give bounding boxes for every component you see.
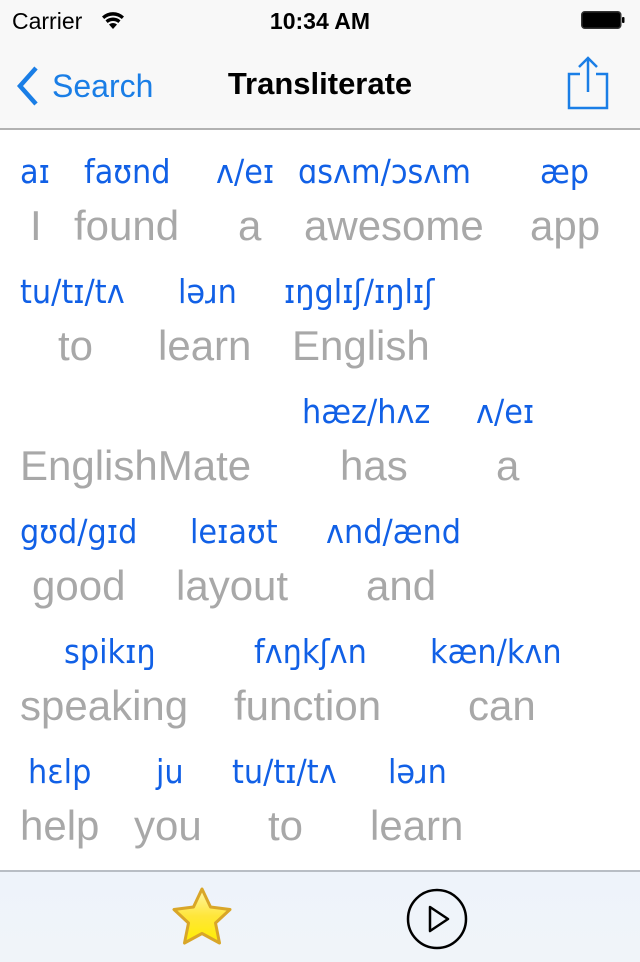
- word-text: and: [366, 562, 437, 609]
- word-ipa: ɑsʌm/ɔsʌm: [298, 152, 471, 191]
- play-circle-icon[interactable]: [406, 888, 468, 950]
- word-ipa: kæn/kʌn: [430, 632, 562, 671]
- back-button-label: Search: [52, 67, 154, 104]
- page-title-text: Transliterate: [227, 66, 413, 101]
- back-button[interactable]: Search: [14, 64, 153, 108]
- transliteration-view: aɪ I faʊnd found ʌ/eɪ a ɑsʌm/ɔsʌm awesom…: [0, 130, 640, 870]
- word-ipa: gʊd/gɪd: [20, 512, 138, 551]
- word-text: can: [468, 682, 536, 729]
- word-text: English: [292, 322, 430, 369]
- navigation-bar: Search Transliterate: [0, 40, 640, 130]
- word-ipa: ʌ/eɪ: [216, 152, 275, 191]
- word-text: I: [30, 202, 42, 249]
- word-text: EnglishMate: [20, 442, 252, 489]
- word-text: awesome: [304, 202, 484, 249]
- word-ipa: tu/tɪ/tʌ: [232, 752, 337, 791]
- word-text: to: [268, 802, 304, 849]
- word-text: help: [20, 802, 100, 849]
- word-text: a: [238, 202, 262, 249]
- word-ipa: hæz/hʌz: [302, 392, 431, 431]
- word-ipa: faʊnd: [84, 152, 171, 191]
- word-text: app: [530, 202, 601, 249]
- word-text: has: [340, 442, 408, 489]
- chevron-left-icon: [16, 66, 38, 106]
- bottom-toolbar: [0, 870, 640, 962]
- word-ipa: ləɹn: [388, 752, 447, 791]
- status-bar: Carrier 10:34 AM: [0, 0, 640, 40]
- word-ipa: tu/tɪ/tʌ: [20, 272, 125, 311]
- word-ipa: ʌnd/ænd: [326, 512, 462, 551]
- clock: 10:34 AM: [269, 8, 371, 34]
- word-text: learn: [158, 322, 252, 369]
- word-text: function: [234, 682, 382, 729]
- word-text: you: [134, 802, 202, 849]
- word-text: speaking: [20, 682, 189, 729]
- word-ipa: ʌ/eɪ: [476, 392, 535, 431]
- word-ipa: spikɪŋ: [64, 632, 156, 671]
- word-ipa: leɪaʊt: [190, 512, 278, 551]
- word-text: learn: [370, 802, 464, 849]
- word-ipa: ju: [156, 752, 184, 791]
- word-ipa: æp: [540, 152, 590, 191]
- word-text: a: [496, 442, 520, 489]
- word-ipa: ləɹn: [178, 272, 237, 311]
- word-text: layout: [176, 562, 289, 609]
- word-text: found: [74, 202, 180, 249]
- word-ipa: fʌŋkʃʌn: [254, 632, 367, 671]
- word-ipa: ɪŋglɪʃ/ɪŋlɪʃ: [284, 272, 435, 311]
- share-icon[interactable]: [566, 54, 610, 110]
- star-icon[interactable]: [170, 886, 234, 948]
- word-ipa: aɪ: [20, 152, 50, 191]
- battery-full-icon: [581, 11, 625, 29]
- word-text: to: [58, 322, 94, 369]
- word-text: good: [32, 562, 126, 609]
- word-ipa: hɛlp: [28, 752, 92, 791]
